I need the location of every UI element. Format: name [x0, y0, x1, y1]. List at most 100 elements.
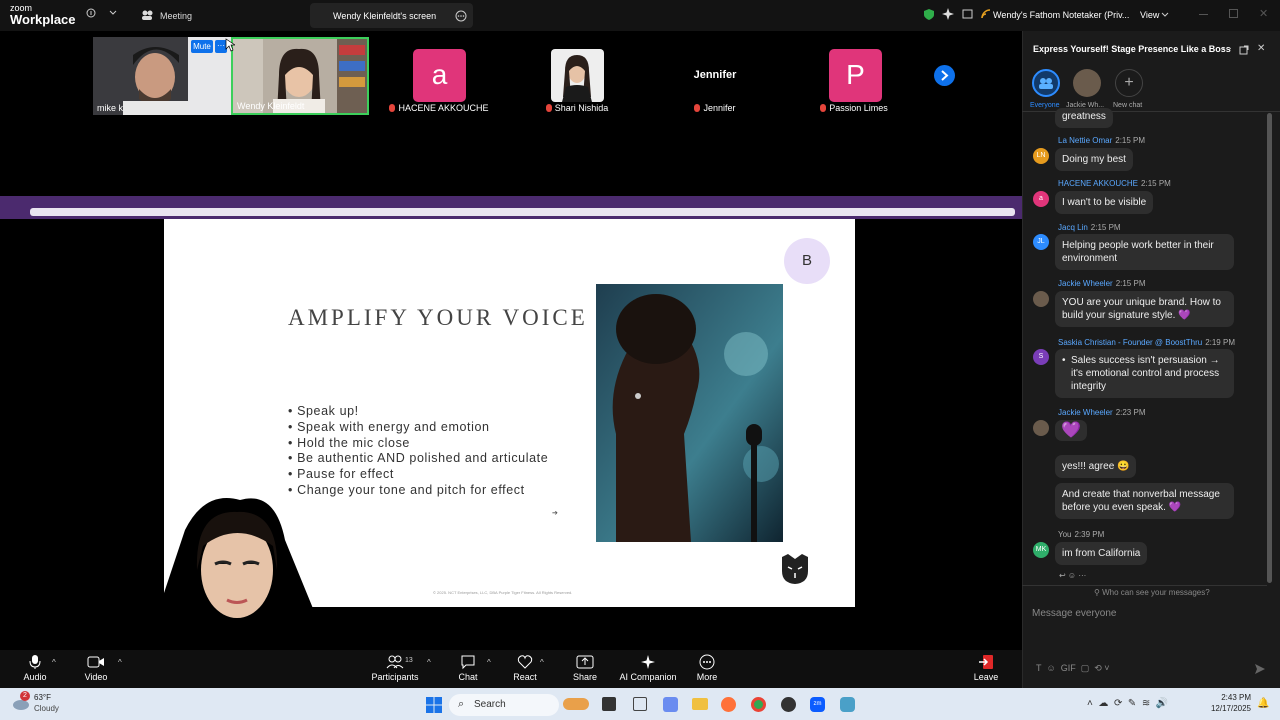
participant-name: mike k — [97, 103, 124, 113]
chat-sender: La Nettie Omar 2:15 PM — [1058, 136, 1146, 145]
share-button[interactable]: Share — [555, 654, 615, 682]
send-icon[interactable] — [1254, 663, 1266, 675]
avatar: S — [1033, 349, 1049, 365]
chevron-down-icon[interactable] — [109, 10, 117, 16]
weather-desc: Cloudy — [34, 704, 59, 713]
who-can-see-link[interactable]: ⚲ Who can see your messages? — [1094, 588, 1210, 597]
view-button[interactable]: View — [1140, 10, 1159, 20]
chat-message: And create that nonverbal message before… — [1055, 483, 1234, 519]
tray-icons[interactable]: ˄ ☁ ⟳ ✎ ≋ 🔊 — [1087, 698, 1168, 709]
message-actions[interactable]: ↩ ☺ ··· — [1059, 571, 1086, 580]
info-icon[interactable] — [86, 8, 96, 18]
person-icon: ⚲ — [1094, 588, 1103, 597]
fullscreen-icon[interactable] — [962, 9, 973, 19]
audio-options-chevron-icon[interactable]: ^ — [52, 658, 56, 667]
participant-tile-shari[interactable]: Shari Nishida — [508, 37, 646, 115]
tab-new-chat[interactable]: New chat — [1113, 102, 1142, 109]
more-options-icon[interactable] — [455, 10, 467, 22]
avatar: JL — [1033, 234, 1049, 250]
slide-bullet: • Speak with energy and emotion — [288, 419, 490, 434]
firefox-icon[interactable] — [721, 697, 736, 712]
shield-icon[interactable] — [923, 8, 935, 21]
participant-avatar: a — [413, 49, 466, 102]
mute-button[interactable]: Mute — [191, 40, 213, 53]
app-icon[interactable] — [840, 697, 855, 712]
jackie-avatar[interactable] — [1073, 69, 1101, 97]
avatar — [1033, 420, 1049, 436]
participants-button[interactable]: Participants — [365, 654, 425, 682]
slide-bullet: • Speak up! — [288, 404, 359, 418]
notetaker-label[interactable]: Wendy's Fathom Notetaker (Priv... — [993, 10, 1129, 20]
format-icons[interactable]: T ☺ GIF ▢ ⟲ ˅ — [1036, 663, 1110, 674]
participant-name: Passion Limes — [829, 103, 888, 113]
react-options-chevron-icon[interactable]: ^ — [540, 658, 544, 667]
widgets-icon[interactable] — [633, 697, 647, 711]
chat-scrollbar[interactable] — [1267, 113, 1272, 583]
muted-mic-icon — [694, 104, 701, 112]
file-explorer-icon[interactable] — [692, 698, 708, 710]
ai-companion-button[interactable]: AI Companion — [618, 654, 678, 682]
slide-arrow: ➔ — [552, 510, 558, 517]
chat-sender: You 2:39 PM — [1058, 530, 1105, 539]
more-button[interactable]: More — [677, 654, 737, 682]
message-input[interactable]: Message everyone — [1032, 608, 1117, 619]
chrome-icon[interactable] — [751, 697, 766, 712]
chevron-down-icon[interactable] — [1161, 12, 1169, 18]
participant-tile-wendy[interactable]: Wendy Kleinfeldt — [231, 37, 369, 115]
app-icon[interactable] — [781, 697, 796, 712]
minimize-icon[interactable] — [1199, 14, 1208, 15]
chat-more-button[interactable]: ··· — [1222, 43, 1232, 54]
search-highlight-icon[interactable] — [563, 698, 589, 710]
participant-tile-hacene[interactable]: a HACENE AKKOUCHE — [370, 37, 508, 115]
chat-divider — [1022, 585, 1267, 586]
chat-sender: Saskia Christian - Founder @ BoostThru 2:… — [1058, 338, 1235, 347]
chat-message: Helping people work better in their envi… — [1055, 234, 1234, 270]
meeting-icon — [141, 9, 153, 21]
participant-name: Jennifer — [703, 103, 736, 113]
chat-options-chevron-icon[interactable]: ^ — [487, 658, 491, 667]
share-tab-label: Wendy Kleinfeldt's screen — [333, 11, 437, 21]
slide-footer: © 2025. NCT Enterprises, LLC, DBA Purple… — [433, 590, 573, 595]
copilot-icon[interactable] — [663, 697, 678, 712]
close-icon[interactable]: ✕ — [1259, 7, 1268, 20]
participant-name: HACENE AKKOUCHE — [398, 103, 489, 113]
participants-options-chevron-icon[interactable]: ^ — [427, 658, 431, 667]
participant-name: Shari Nishida — [554, 103, 609, 113]
participant-tile-jennifer[interactable]: Jennifer Jennifer — [646, 37, 784, 115]
new-chat-plus-icon[interactable]: + — [1115, 69, 1143, 97]
windows-start-icon[interactable] — [426, 697, 442, 713]
weather-temp: 63°F — [34, 693, 51, 702]
audio-button[interactable]: Audio — [5, 654, 65, 682]
recording-icon — [981, 9, 991, 19]
leave-button[interactable]: Leave — [956, 654, 1016, 682]
chat-message: 💜 — [1055, 420, 1087, 441]
cursor-icon — [225, 38, 235, 52]
chat-message: im from California — [1055, 542, 1148, 565]
chat-sender: Jacq Lin 2:15 PM — [1058, 223, 1121, 232]
chat-sender: Jackie Wheeler 2:23 PM — [1058, 408, 1146, 417]
tab-everyone[interactable]: Everyone — [1030, 102, 1060, 109]
participant-avatar: P — [829, 49, 882, 102]
shared-address-bar — [30, 208, 1015, 216]
next-page-button[interactable] — [934, 65, 955, 86]
popout-icon[interactable] — [1239, 45, 1249, 55]
task-view-icon[interactable] — [602, 697, 616, 711]
avatar: LN — [1033, 148, 1049, 164]
clock-time: 2:43 PM — [1221, 693, 1251, 702]
participant-tile-passion[interactable]: P Passion Limes — [785, 37, 923, 115]
close-chat-button[interactable]: ✕ — [1257, 43, 1265, 54]
chat-message: I wan't to be visible — [1055, 191, 1154, 214]
maximize-icon[interactable] — [1229, 9, 1238, 18]
notifications-bell-icon[interactable]: 🔔 — [1257, 698, 1269, 709]
zoom-app-icon[interactable]: zm — [810, 697, 825, 712]
notification-badge: 2 — [20, 691, 30, 701]
search-label: Search — [474, 699, 506, 710]
avatar — [1033, 291, 1049, 307]
video-options-chevron-icon[interactable]: ^ — [118, 658, 122, 667]
react-button[interactable]: React — [495, 654, 555, 682]
slide-bullet: • Pause for effect — [288, 467, 394, 482]
meeting-label[interactable]: Meeting — [160, 11, 192, 21]
video-button[interactable]: Video — [66, 654, 126, 682]
ai-sparkle-icon[interactable] — [942, 8, 954, 20]
everyone-tab-icon[interactable] — [1032, 69, 1060, 97]
